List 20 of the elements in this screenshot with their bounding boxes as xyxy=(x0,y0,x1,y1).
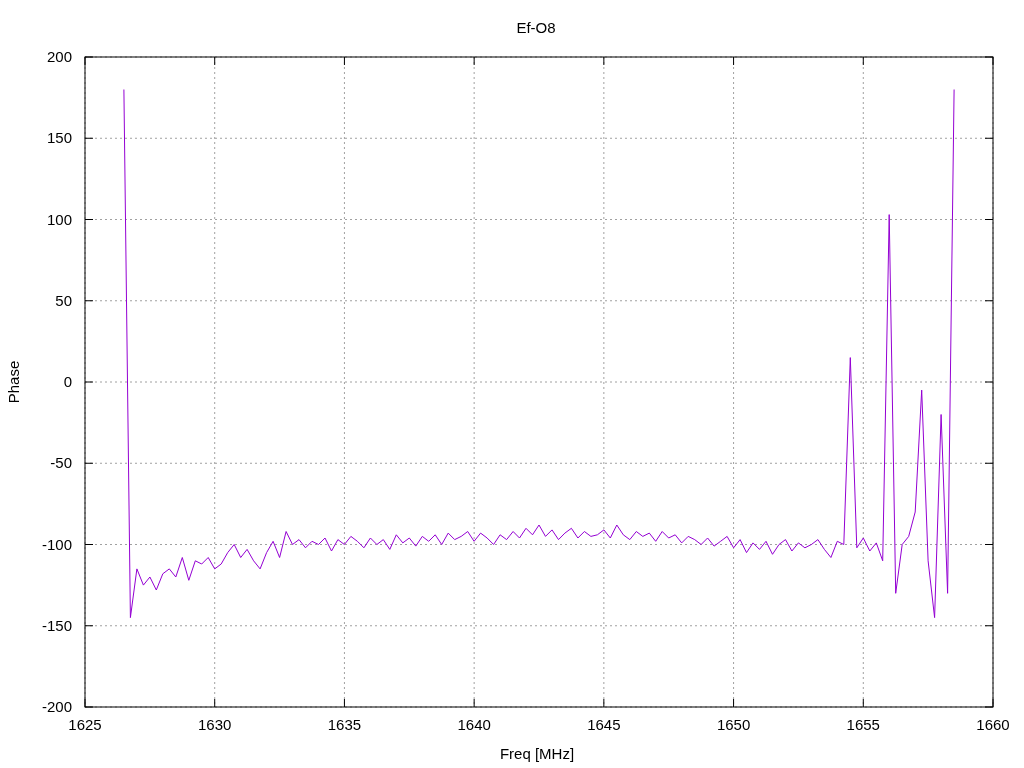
tick-label: 100 xyxy=(46,210,72,228)
tick-label: 150 xyxy=(46,129,72,147)
tick-label: 1660 xyxy=(976,716,1010,733)
tick-label: 1635 xyxy=(327,716,362,733)
tick-label: -100 xyxy=(41,535,72,553)
tick-label: 200 xyxy=(46,48,72,65)
tick-label: 1655 xyxy=(846,716,880,733)
x-axis-label: Freq [MHz] xyxy=(499,745,575,762)
tick-label: 50 xyxy=(55,291,72,309)
tick-label: 1630 xyxy=(198,716,232,733)
chart-title: Ef-O8 xyxy=(516,19,556,36)
y-axis-label: Phase xyxy=(5,360,22,404)
tick-label: 1645 xyxy=(587,716,621,733)
tick-label: 1650 xyxy=(716,716,751,733)
tick-label: -50 xyxy=(50,454,72,472)
tick-label: 0 xyxy=(63,373,72,390)
tick-label: 1625 xyxy=(68,716,102,733)
tick-label: 1640 xyxy=(457,716,491,733)
tick-label: -200 xyxy=(41,698,72,715)
tick-label: -150 xyxy=(41,616,72,634)
